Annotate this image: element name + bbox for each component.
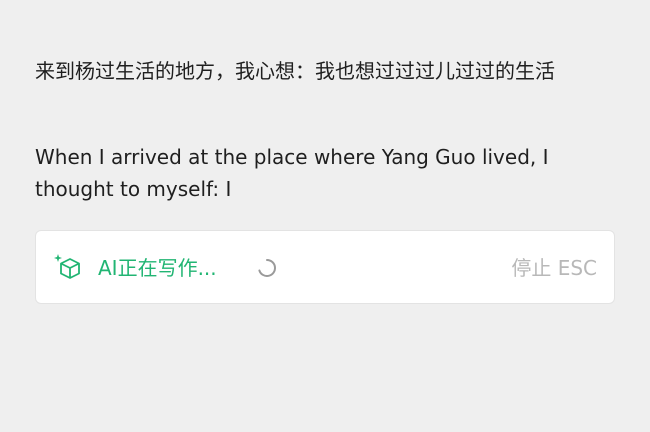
english-translation-text: When I arrived at the place where Yang G…: [35, 145, 549, 201]
chinese-text: 来到杨过生活的地方，我心想：我也想过过过儿过过的生活: [35, 59, 555, 83]
stop-button[interactable]: 停止 ESC: [511, 253, 597, 283]
ai-writing-status: AI正在写作...: [98, 256, 217, 280]
loading-spinner-icon: [257, 258, 277, 278]
ai-writing-bar: AI正在写作... 停止 ESC: [35, 230, 615, 304]
ai-cube-sparkle-icon: [53, 253, 83, 283]
